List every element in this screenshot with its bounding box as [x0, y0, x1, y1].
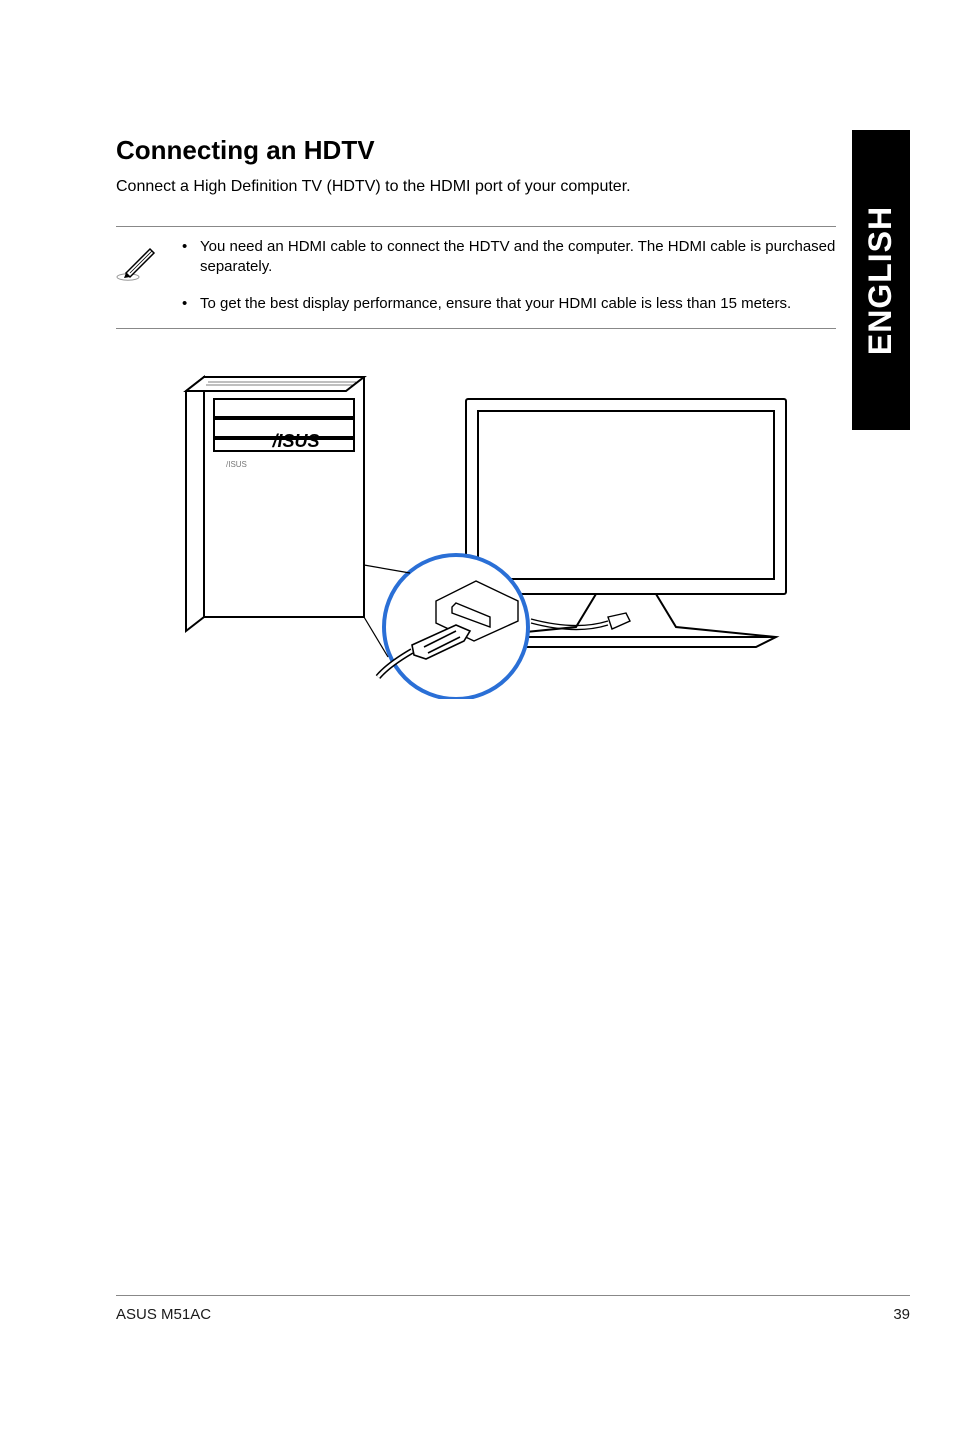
main-content: Connecting an HDTV Connect a High Defini…: [116, 135, 836, 704]
note-item: To get the best display performance, ens…: [182, 294, 836, 314]
footer-page-number: 39: [893, 1306, 910, 1323]
note-item: You need an HDMI cable to connect the HD…: [182, 237, 836, 278]
page-heading: Connecting an HDTV: [116, 135, 836, 166]
page-footer: ASUS M51AC 39: [116, 1295, 910, 1323]
language-tab: ENGLISH: [852, 130, 910, 430]
svg-text:/ISUS: /ISUS: [226, 460, 247, 469]
intro-paragraph: Connect a High Definition TV (HDTV) to t…: [116, 178, 836, 196]
language-label: ENGLISH: [863, 205, 900, 354]
note-list: You need an HDMI cable to connect the HD…: [182, 237, 836, 318]
pencil-note-icon: [116, 237, 162, 288]
hdmi-connection-diagram: /ISUS /ISUS: [156, 369, 836, 704]
footer-product: ASUS M51AC: [116, 1306, 211, 1323]
svg-text:/ISUS: /ISUS: [271, 431, 319, 451]
note-callout: You need an HDMI cable to connect the HD…: [116, 226, 836, 329]
